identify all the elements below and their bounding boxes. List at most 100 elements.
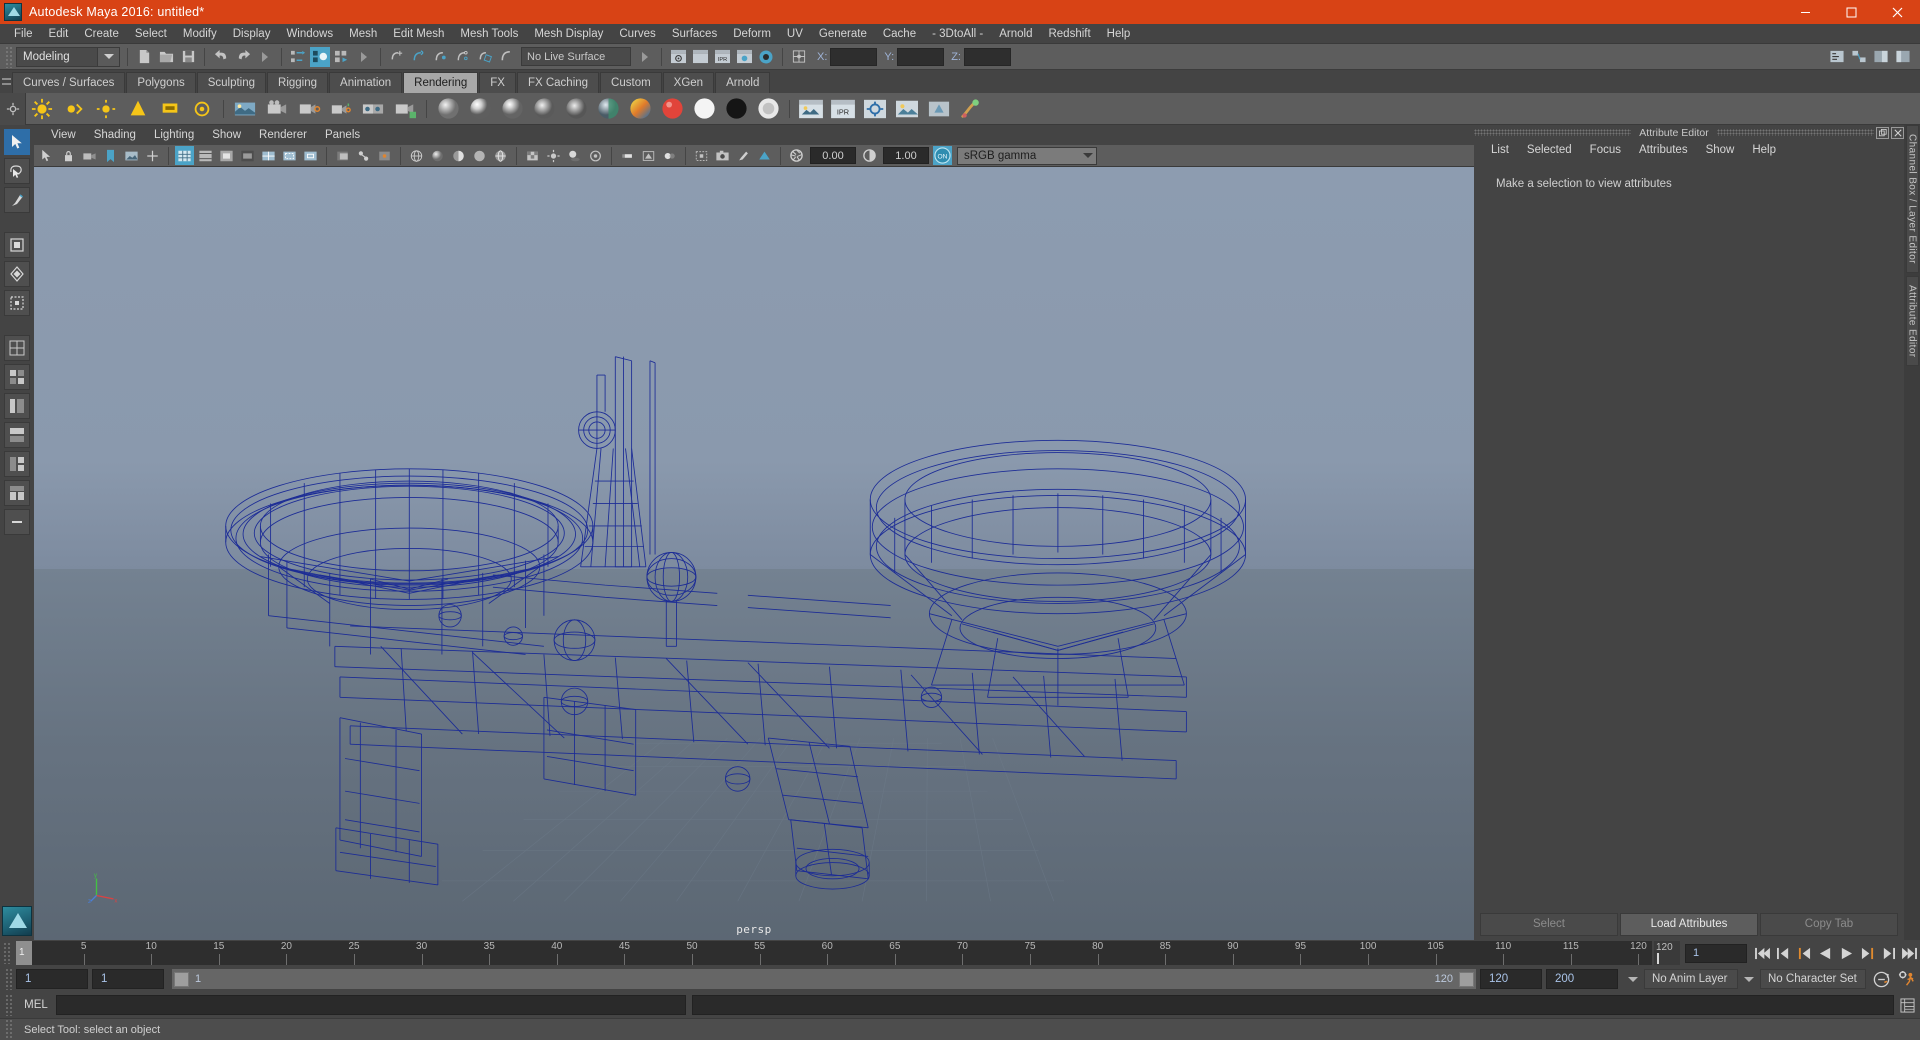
script-editor-icon[interactable]: [1897, 995, 1917, 1015]
undock-icon[interactable]: [1876, 126, 1890, 139]
show-manipulator-icon[interactable]: [789, 47, 809, 67]
field-chart-icon[interactable]: [259, 146, 278, 165]
ao-icon[interactable]: [586, 146, 605, 165]
select-by-hierarchy-icon[interactable]: [288, 47, 308, 67]
undo-icon[interactable]: [211, 47, 231, 67]
menu-generate[interactable]: Generate: [811, 24, 875, 44]
shelf-tab-polygons[interactable]: Polygons: [126, 72, 196, 93]
redo-icon[interactable]: [233, 47, 253, 67]
viewport-renderer-icon[interactable]: [755, 146, 774, 165]
use-lights-icon[interactable]: [544, 146, 563, 165]
range-slider-gripper[interactable]: [5, 968, 13, 990]
range-end-handle[interactable]: [1459, 971, 1474, 987]
surface-shader-icon[interactable]: [658, 95, 686, 123]
minimize-button[interactable]: [1782, 0, 1828, 24]
anisotropic-material-icon[interactable]: [562, 95, 590, 123]
lasso-select-tool-button[interactable]: [4, 158, 30, 184]
menu-curves[interactable]: Curves: [611, 24, 663, 44]
make-live-icon[interactable]: [497, 47, 517, 67]
step-forward-frame-icon[interactable]: [1858, 944, 1877, 963]
layered-shader-icon[interactable]: [594, 95, 622, 123]
node-editor-icon[interactable]: [1849, 47, 1869, 67]
bookmarks-icon[interactable]: [101, 146, 120, 165]
motion-blur-icon[interactable]: [618, 146, 637, 165]
directional-light-icon[interactable]: [60, 95, 88, 123]
help-line-gripper[interactable]: [5, 1018, 13, 1040]
flat-shade-icon[interactable]: [470, 146, 489, 165]
render-sequence-icon[interactable]: [690, 47, 710, 67]
camera-attributes-icon[interactable]: [80, 146, 99, 165]
single-perspective-layout-button[interactable]: [4, 335, 30, 361]
isolate-select-icon[interactable]: [692, 146, 711, 165]
shadows-icon[interactable]: [565, 146, 584, 165]
depth-of-field-icon[interactable]: [660, 146, 679, 165]
render-settings-shelf-icon[interactable]: [861, 95, 889, 123]
camera-aim-icon[interactable]: [295, 95, 323, 123]
render-view-shelf-icon[interactable]: [893, 95, 921, 123]
playback-start-time-field[interactable]: 1: [92, 969, 164, 989]
statusline-expand-arrow-2[interactable]: [354, 47, 374, 67]
hardware-render-shelf-icon[interactable]: [925, 95, 953, 123]
attribute-editor-toggle-icon[interactable]: [1871, 47, 1891, 67]
select-button[interactable]: Select: [1480, 912, 1618, 936]
shelf-options-button[interactable]: [0, 92, 26, 125]
ambient-light-icon[interactable]: [28, 95, 56, 123]
ae-menu-help[interactable]: Help: [1743, 140, 1785, 160]
channel-box-toggle-icon[interactable]: [1893, 47, 1913, 67]
animation-preferences-icon[interactable]: [1896, 968, 1918, 990]
ae-menu-attributes[interactable]: Attributes: [1630, 140, 1697, 160]
stereo-camera-icon[interactable]: [359, 95, 387, 123]
maximize-button[interactable]: [1828, 0, 1874, 24]
ae-menu-selected[interactable]: Selected: [1518, 140, 1581, 160]
time-slider-track[interactable]: 1 5 10 15 20 25 30 35 40 45 50 55 60 65 70 75 80 85 90 95 1…: [16, 941, 1652, 965]
color-management-toggle-icon[interactable]: ON: [933, 146, 952, 165]
grease-pencil-icon[interactable]: [734, 146, 753, 165]
viewport-menu-lighting[interactable]: Lighting: [145, 125, 203, 145]
shelf-tab-animation[interactable]: Animation: [329, 72, 403, 93]
outliner-icon[interactable]: [1827, 47, 1847, 67]
spot-light-icon[interactable]: [124, 95, 152, 123]
x-coord-input[interactable]: [830, 47, 878, 66]
two-d-pan-zoom-icon[interactable]: [143, 146, 162, 165]
menu-redshift[interactable]: Redshift: [1040, 24, 1098, 44]
range-start-handle[interactable]: [174, 971, 189, 987]
shelf-tab-fx-caching[interactable]: FX Caching: [516, 72, 600, 93]
menu-help[interactable]: Help: [1099, 24, 1139, 44]
scale-tool-button[interactable]: [4, 290, 30, 316]
go-to-end-icon[interactable]: [1900, 944, 1919, 963]
phong-material-icon[interactable]: [498, 95, 526, 123]
view-transform-selector[interactable]: sRGB gamma: [957, 146, 1097, 165]
snap-to-grid-icon[interactable]: [387, 47, 407, 67]
command-line-gripper[interactable]: [5, 994, 13, 1016]
menu-edit-mesh[interactable]: Edit Mesh: [385, 24, 452, 44]
menu-set-selector[interactable]: Modeling: [16, 46, 120, 67]
character-set-selector[interactable]: No Character Set: [1760, 969, 1866, 989]
point-light-icon[interactable]: [92, 95, 120, 123]
menu-display[interactable]: Display: [225, 24, 279, 44]
shelf-tab-rigging[interactable]: Rigging: [267, 72, 329, 93]
textured-icon[interactable]: [523, 146, 542, 165]
save-scene-icon[interactable]: [178, 47, 198, 67]
exposure-icon[interactable]: [787, 146, 806, 165]
use-background-icon[interactable]: [690, 95, 718, 123]
lock-camera-icon[interactable]: [59, 146, 78, 165]
select-tool-button[interactable]: [4, 129, 30, 155]
load-attributes-button[interactable]: Load Attributes: [1620, 912, 1758, 936]
animation-end-time-field[interactable]: 200: [1546, 969, 1618, 989]
hypershade-icon[interactable]: [756, 47, 776, 67]
persp-render-layout-button[interactable]: [4, 480, 30, 506]
shelf-tab-fx[interactable]: FX: [479, 72, 516, 93]
volume-light-icon[interactable]: [188, 95, 216, 123]
safe-action-icon[interactable]: [280, 146, 299, 165]
image-plane-icon[interactable]: [231, 95, 259, 123]
menu-surfaces[interactable]: Surfaces: [664, 24, 725, 44]
exposure-input[interactable]: 0.00: [810, 147, 856, 164]
render-settings-icon[interactable]: [734, 47, 754, 67]
ipr-render-icon[interactable]: IPR: [712, 47, 732, 67]
copy-tab-button[interactable]: Copy Tab: [1760, 912, 1898, 936]
step-back-keyframe-icon[interactable]: [1774, 944, 1793, 963]
viewport-menu-panels[interactable]: Panels: [316, 125, 369, 145]
xray-active-components-icon[interactable]: [375, 146, 394, 165]
menu-3dtoall[interactable]: - 3DtoAll -: [924, 24, 991, 44]
persp-outliner-layout-button[interactable]: [4, 393, 30, 419]
